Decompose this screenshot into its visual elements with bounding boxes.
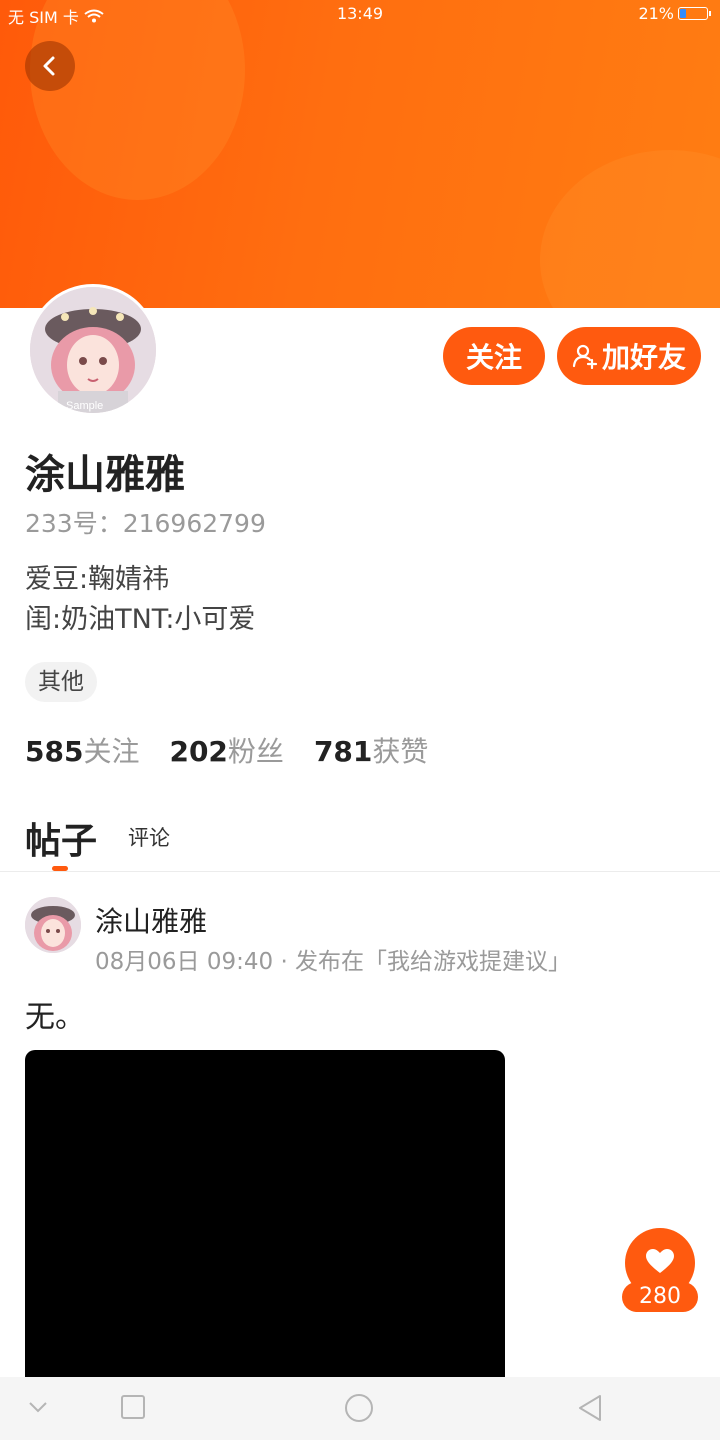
tab-comments[interactable]: 评论 xyxy=(128,822,170,852)
system-nav-bar xyxy=(0,1377,720,1440)
circle-icon[interactable] xyxy=(344,1393,374,1427)
banner-decoration xyxy=(30,0,245,200)
avatar-watermark: Sample xyxy=(66,400,103,412)
stats-row: 585关注 202粉丝 781获赞 xyxy=(25,730,428,770)
avatar[interactable]: Sample xyxy=(27,284,159,416)
stat-label: 关注 xyxy=(83,735,140,768)
back-button[interactable] xyxy=(25,41,75,91)
heart-icon xyxy=(646,1249,674,1273)
post-meta: 08月06日 09:40 · 发布在「我给游戏提建议」 xyxy=(95,949,572,975)
stat-following[interactable]: 585关注 xyxy=(25,730,139,770)
stat-likes[interactable]: 781获赞 xyxy=(314,730,428,770)
add-friend-button[interactable]: 加好友 xyxy=(557,327,701,385)
chevron-down-icon[interactable] xyxy=(28,1399,48,1418)
clock: 13:49 xyxy=(336,4,384,23)
content-tabs: 帖子 评论 xyxy=(25,810,705,872)
bio-line: 爱豆:鞠婧祎 xyxy=(25,564,170,595)
follow-button[interactable]: 关注 xyxy=(443,327,545,385)
tag-chip[interactable]: 其他 xyxy=(25,662,97,702)
chevron-left-icon xyxy=(43,56,55,76)
battery-status: 21% xyxy=(638,4,711,23)
profile-name: 涂山雅雅 xyxy=(25,452,185,498)
add-friend-label: 加好友 xyxy=(601,341,686,374)
like-count: 280 xyxy=(622,1282,698,1312)
post-author-avatar[interactable] xyxy=(25,897,81,953)
person-plus-icon xyxy=(572,344,598,369)
stat-number: 781 xyxy=(313,735,373,768)
triangle-back-icon[interactable] xyxy=(576,1393,604,1427)
profile-banner xyxy=(0,0,720,308)
stat-followers[interactable]: 202粉丝 xyxy=(169,730,283,770)
bio-line: 闺:奶油TNT:小可爱 xyxy=(25,604,256,635)
user-id: 233号：216962799 xyxy=(25,504,266,540)
user-id-value: 216962799 xyxy=(122,509,266,538)
tab-posts[interactable]: 帖子 xyxy=(25,812,97,864)
square-icon[interactable] xyxy=(120,1394,146,1424)
stat-number: 585 xyxy=(25,735,84,768)
post-media[interactable] xyxy=(25,1050,505,1390)
user-id-label: 233号： xyxy=(25,509,123,538)
stat-label: 粉丝 xyxy=(227,735,284,768)
stat-number: 202 xyxy=(169,735,228,768)
status-bar: 无 SIM 卡 13:49 21% xyxy=(0,0,720,28)
bio: 爱豆:鞠婧祎 闺:奶油TNT:小可爱 xyxy=(25,560,255,640)
banner-decoration xyxy=(540,150,720,308)
battery-label: 21% xyxy=(638,4,674,23)
stat-label: 获赞 xyxy=(372,735,429,768)
battery-icon xyxy=(678,7,711,20)
divider xyxy=(0,871,720,872)
post-author-name[interactable]: 涂山雅雅 xyxy=(95,900,207,940)
post-text[interactable]: 无。 xyxy=(25,992,85,1036)
